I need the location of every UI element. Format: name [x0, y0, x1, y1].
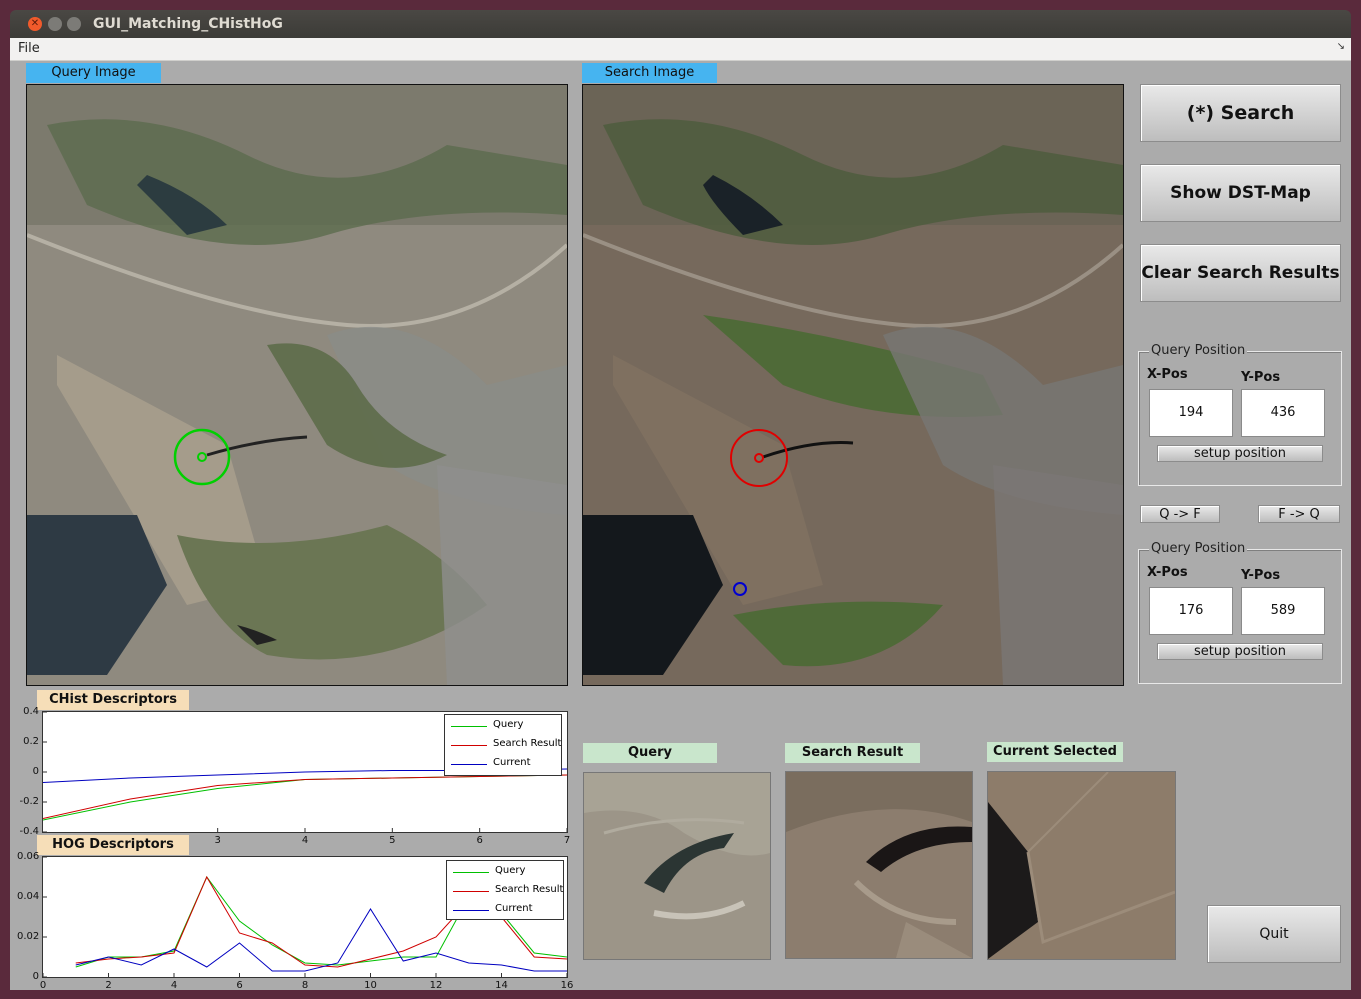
hog-chart: Query Search Result Current — [42, 856, 568, 978]
query-image-label: Query Image — [26, 63, 161, 83]
y-pos-field[interactable]: 589 — [1241, 587, 1325, 635]
y-pos-field[interactable]: 436 — [1241, 389, 1325, 437]
series-line-search-result — [43, 774, 567, 819]
thumb-current-selected-label: Current Selected — [987, 742, 1123, 762]
show-dst-map-button[interactable]: Show DST-Map — [1140, 164, 1341, 222]
window-title: GUI_Matching_CHistHoG — [93, 16, 283, 32]
x-tick-label: 4 — [170, 980, 178, 991]
x-pos-field[interactable]: 176 — [1149, 587, 1233, 635]
menu-overflow-icon[interactable]: ↘ — [1337, 41, 1345, 52]
quit-button[interactable]: Quit — [1207, 905, 1341, 963]
series-line-query — [43, 774, 567, 821]
group-title: Query Position — [1149, 343, 1248, 358]
x-pos-label: X-Pos — [1147, 565, 1188, 580]
group-title: Query Position — [1149, 541, 1248, 556]
y-tick-label: 0.02 — [17, 931, 40, 942]
chist-chart: Query Search Result Current — [42, 711, 568, 833]
x-tick-label: 5 — [389, 835, 396, 846]
menu-file[interactable]: File — [18, 41, 40, 56]
y-pos-label: Y-Pos — [1241, 568, 1281, 583]
y-tick-label: 0.2 — [23, 736, 39, 747]
setup-position-button[interactable]: setup position — [1157, 643, 1323, 660]
query-position-group-1: Query Position X-Pos Y-Pos 194 436 setup… — [1138, 343, 1342, 486]
x-tick-label: 7 — [563, 835, 571, 846]
thumb-search-result-label: Search Result — [785, 743, 920, 763]
x-tick-label: 16 — [560, 980, 574, 991]
chist-chart-title: CHist Descriptors — [37, 690, 189, 710]
chist-legend: Query Search Result Current — [444, 714, 562, 776]
setup-position-button[interactable]: setup position — [1157, 445, 1323, 462]
y-tick-label: -0.2 — [19, 796, 39, 807]
search-image[interactable] — [582, 84, 1124, 686]
maximize-icon[interactable] — [67, 17, 81, 31]
thumb-search-result-image — [785, 771, 973, 959]
x-tick-label: 6 — [236, 980, 243, 991]
y-tick-label: 0 — [32, 766, 39, 777]
main-client-area: Query Image Search Image (*) Search Show… — [10, 61, 1351, 990]
y-tick-label: -0.4 — [19, 826, 39, 837]
minimize-icon[interactable] — [48, 17, 62, 31]
close-icon[interactable]: ✕ — [28, 17, 42, 31]
search-image-label: Search Image — [582, 63, 717, 83]
f-to-q-button[interactable]: F -> Q — [1258, 505, 1340, 523]
hog-legend: Query Search Result Current — [446, 860, 564, 920]
x-pos-field[interactable]: 194 — [1149, 389, 1233, 437]
thumb-query-label: Query — [583, 743, 717, 763]
hog-chart-title: HOG Descriptors — [37, 835, 189, 855]
x-tick-label: 6 — [476, 835, 483, 846]
x-tick-label: 10 — [364, 980, 377, 991]
x-tick-label: 0 — [39, 980, 47, 991]
x-pos-label: X-Pos — [1147, 367, 1188, 382]
x-tick-label: 12 — [429, 980, 443, 991]
query-position-group-2: Query Position X-Pos Y-Pos 176 589 setup… — [1138, 541, 1342, 684]
y-tick-label: 0.04 — [17, 891, 40, 902]
window-titlebar: ✕ GUI_Matching_CHistHoG — [10, 10, 1351, 38]
query-image[interactable] — [26, 84, 568, 686]
thumb-current-selected-image — [987, 771, 1176, 960]
search-button[interactable]: (*) Search — [1140, 84, 1341, 142]
q-to-f-button[interactable]: Q -> F — [1140, 505, 1220, 523]
x-tick-label: 8 — [301, 980, 309, 991]
y-tick-label: 0.4 — [23, 706, 39, 717]
x-tick-label: 4 — [301, 835, 309, 846]
menu-bar: File ↘ — [10, 38, 1351, 61]
x-tick-label: 14 — [495, 980, 508, 991]
x-tick-label: 2 — [105, 980, 112, 991]
clear-search-results-button[interactable]: Clear Search Results — [1140, 244, 1341, 302]
x-tick-label: 3 — [214, 835, 221, 846]
y-pos-label: Y-Pos — [1241, 370, 1281, 385]
y-tick-label: 0.06 — [17, 851, 40, 862]
thumb-query-image — [583, 772, 771, 960]
